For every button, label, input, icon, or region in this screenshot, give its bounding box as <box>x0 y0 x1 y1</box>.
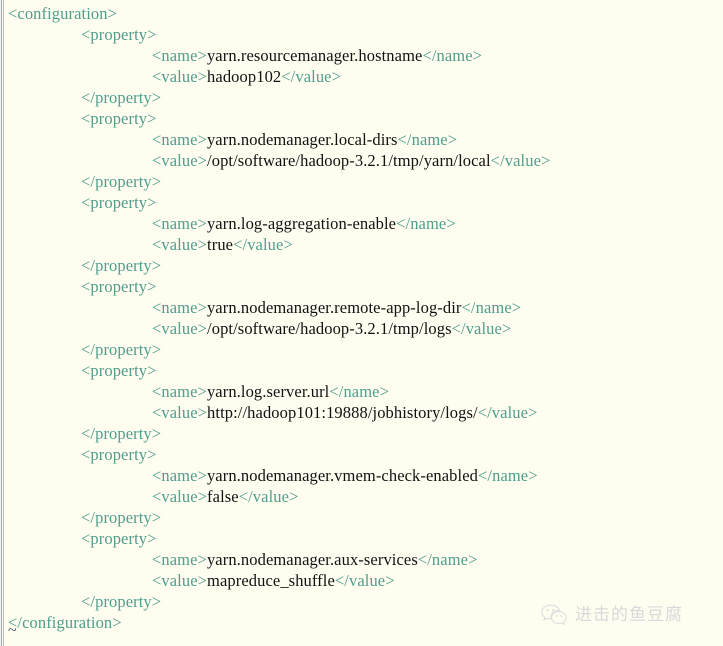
xml-tag: <property> <box>81 361 157 380</box>
xml-tag: </name> <box>329 382 389 401</box>
code-line: <name>yarn.log-aggregation-enable</name> <box>0 213 723 234</box>
code-line: <value>http://hadoop101:19888/jobhistory… <box>0 402 723 423</box>
code-line: <configuration> <box>0 3 723 24</box>
xml-tag: <property> <box>81 25 157 44</box>
code-line: <value>mapreduce_shuffle</value> <box>0 570 723 591</box>
xml-tag: <property> <box>81 277 157 296</box>
xml-tag: <name> <box>152 214 207 233</box>
xml-tag: </name> <box>397 130 458 149</box>
xml-tag: <property> <box>81 529 157 548</box>
code-line: <property> <box>0 444 723 465</box>
xml-tag: </property> <box>81 340 162 359</box>
xml-tag: <name> <box>152 46 207 65</box>
xml-tag: <value> <box>152 235 208 254</box>
xml-text: false <box>207 487 239 506</box>
code-line: <property> <box>0 192 723 213</box>
xml-tag: <name> <box>152 298 207 317</box>
xml-tag: <value> <box>152 151 208 170</box>
xml-tag: </value> <box>281 67 342 86</box>
xml-tag: </value> <box>238 487 299 506</box>
xml-tag: </property> <box>81 88 162 107</box>
code-line: <name>yarn.nodemanager.local-dirs</name> <box>0 129 723 150</box>
code-line: <name>yarn.nodemanager.remote-app-log-di… <box>0 297 723 318</box>
code-line: </property> <box>0 87 723 108</box>
code-line: </property> <box>0 507 723 528</box>
xml-tag: </property> <box>81 172 162 191</box>
code-line: </configuration> <box>0 612 723 633</box>
xml-tag: <value> <box>152 403 208 422</box>
code-line: <value>hadoop102</value> <box>0 66 723 87</box>
code-line: </property> <box>0 591 723 612</box>
code-line: </property> <box>0 423 723 444</box>
xml-tag: <property> <box>81 445 157 464</box>
xml-text: true <box>207 235 234 254</box>
code-line: <name>yarn.resourcemanager.hostname</nam… <box>0 45 723 66</box>
xml-tag: <property> <box>81 193 157 212</box>
xml-tag: </name> <box>396 214 456 233</box>
code-line: <value>true</value> <box>0 234 723 255</box>
code-line: <property> <box>0 276 723 297</box>
xml-tag: </value> <box>477 403 538 422</box>
xml-tag: <name> <box>152 130 207 149</box>
xml-tag: </name> <box>422 46 483 65</box>
vim-empty-line-marker: ~ <box>8 622 17 639</box>
code-line: <value>/opt/software/hadoop-3.2.1/tmp/ya… <box>0 150 723 171</box>
xml-tag: <name> <box>152 382 207 401</box>
xml-tag: </property> <box>81 424 162 443</box>
xml-text: http://hadoop101:19888/jobhistory/logs/ <box>207 403 478 422</box>
xml-tag: </property> <box>81 592 162 611</box>
xml-text: yarn.nodemanager.vmem-check-enabled <box>206 466 478 485</box>
code-line: </property> <box>0 255 723 276</box>
xml-tag: <property> <box>81 109 157 128</box>
xml-text: yarn.log-aggregation-enable <box>206 214 397 233</box>
xml-tag: </configuration> <box>8 613 122 632</box>
xml-tag: <value> <box>152 487 208 506</box>
code-line: <property> <box>0 360 723 381</box>
xml-text: yarn.nodemanager.remote-app-log-dir <box>206 298 462 317</box>
xml-tag: </name> <box>478 466 538 485</box>
code-line: <name>yarn.nodemanager.aux-services</nam… <box>0 549 723 570</box>
xml-tag: <configuration> <box>8 4 117 23</box>
xml-tag: </property> <box>81 256 162 275</box>
xml-tag: </name> <box>461 298 522 317</box>
code-line: <name>yarn.log.server.url</name> <box>0 381 723 402</box>
editor-window: <configuration> <property> <name>yarn.reso… <box>0 0 723 646</box>
xml-tag: </value> <box>233 235 293 254</box>
xml-text: yarn.resourcemanager.hostname <box>206 46 423 65</box>
xml-text: hadoop102 <box>207 67 282 86</box>
xml-tag: <name> <box>152 466 207 485</box>
code-line: <value>false</value> <box>0 486 723 507</box>
xml-text: yarn.nodemanager.aux-services <box>206 550 418 569</box>
code-line: </property> <box>0 171 723 192</box>
xml-text: /opt/software/hadoop-3.2.1/tmp/yarn/loca… <box>207 151 491 170</box>
code-line: </property> <box>0 339 723 360</box>
xml-tag: </value> <box>490 151 551 170</box>
xml-text: /opt/software/hadoop-3.2.1/tmp/logs <box>207 319 452 338</box>
xml-tag: <value> <box>152 319 208 338</box>
xml-tag: </value> <box>451 319 512 338</box>
xml-text: mapreduce_shuffle <box>207 571 335 590</box>
xml-text: yarn.nodemanager.local-dirs <box>206 130 398 149</box>
xml-text: yarn.log.server.url <box>206 382 330 401</box>
code-line: <value>/opt/software/hadoop-3.2.1/tmp/lo… <box>0 318 723 339</box>
xml-tag: </value> <box>334 571 395 590</box>
xml-tag: <value> <box>152 67 208 86</box>
xml-tag: </name> <box>417 550 478 569</box>
code-line: <property> <box>0 108 723 129</box>
xml-tag: <name> <box>152 550 207 569</box>
xml-tag: <value> <box>152 571 208 590</box>
xml-tag: </property> <box>81 508 162 527</box>
code-line: <property> <box>0 528 723 549</box>
code-line: <name>yarn.nodemanager.vmem-check-enable… <box>0 465 723 486</box>
code-line: <property> <box>0 24 723 45</box>
xml-code-content[interactable]: <configuration> <property> <name>yarn.reso… <box>0 0 723 633</box>
